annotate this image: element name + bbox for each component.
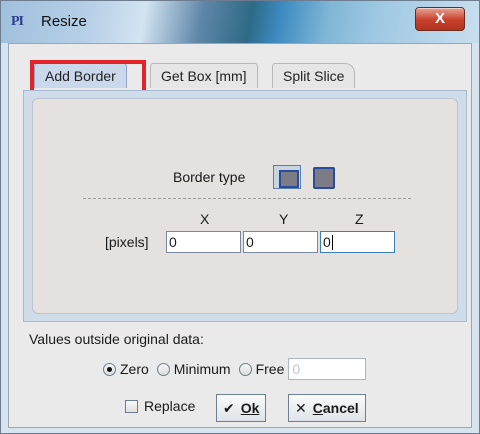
x-value-text: 0	[169, 234, 177, 250]
title-bar[interactable]: PI Resize X	[1, 1, 479, 43]
minimum-radio[interactable]	[156, 362, 170, 376]
free-value-text: 0	[292, 361, 301, 377]
free-radio[interactable]	[238, 362, 252, 376]
x-value-input[interactable]: 0	[166, 231, 241, 253]
dialog-body: Add Border Get Box [mm] Split Slice Bord…	[8, 43, 472, 428]
z-axis-label: Z	[355, 211, 364, 227]
cancel-label: Cancel	[312, 400, 359, 416]
y-value-input[interactable]: 0	[243, 231, 318, 253]
z-value-input[interactable]: 0	[320, 231, 395, 253]
replace-checkbox[interactable]	[125, 399, 138, 413]
x-axis-label: X	[200, 211, 210, 227]
pixels-unit-label: [pixels]	[105, 234, 149, 250]
y-axis-label: Y	[279, 211, 289, 227]
values-outside-options: Zero Minimum Free 0	[103, 358, 367, 380]
cancel-x-icon: ✕	[295, 400, 307, 416]
tab-split-slice[interactable]: Split Slice	[272, 63, 356, 88]
close-icon: X	[434, 10, 445, 27]
minimum-radio-label[interactable]: Minimum	[174, 361, 231, 377]
border-type-label: Border type	[173, 169, 246, 185]
checkmark-icon: ✔	[223, 400, 235, 416]
replace-option[interactable]: Replace	[125, 398, 195, 414]
border-outset-button[interactable]	[313, 167, 335, 189]
z-value-text: 0	[323, 234, 331, 250]
separator-line	[83, 198, 411, 199]
cancel-hotkey: C	[312, 400, 323, 416]
free-radio-label[interactable]: Free	[256, 361, 285, 377]
resize-dialog: PI Resize X Add Border Get Box [mm] Spli…	[0, 0, 480, 434]
add-border-settings: Border type X Y Z [pixels] 0 0 0	[32, 98, 458, 314]
border-inset-button[interactable]	[273, 165, 301, 189]
replace-label: Replace	[144, 398, 196, 414]
text-caret	[331, 235, 333, 250]
ok-button[interactable]: ✔ Ok	[216, 394, 267, 422]
tab-get-box[interactable]: Get Box [mm]	[150, 63, 258, 88]
border-inset-icon	[279, 170, 299, 188]
zero-radio-label[interactable]: Zero	[120, 361, 149, 377]
values-outside-label: Values outside original data:	[29, 331, 204, 347]
zero-radio[interactable]	[103, 362, 116, 376]
tab-content-panel: Border type X Y Z [pixels] 0 0 0	[23, 90, 467, 322]
ok-label: Ok	[240, 400, 260, 416]
window-title: Resize	[41, 13, 87, 30]
y-value-text: 0	[246, 234, 254, 250]
free-value-input[interactable]: 0	[288, 358, 367, 380]
close-button[interactable]: X	[415, 7, 465, 31]
cancel-button[interactable]: ✕ Cancel	[288, 394, 366, 422]
app-logo-icon: PI	[11, 14, 24, 29]
